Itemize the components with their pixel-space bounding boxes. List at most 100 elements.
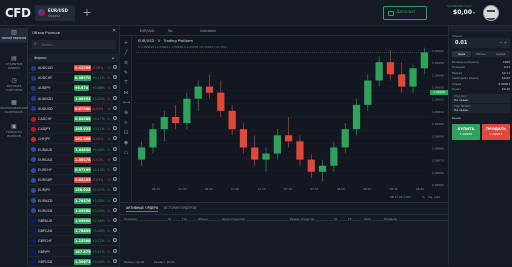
chevron-up-icon[interactable]: ▴ bbox=[112, 55, 114, 60]
nav-item-0[interactable]: ▥ ОБЗОР РЫНКОВ bbox=[0, 28, 28, 43]
star-icon[interactable]: ☆ bbox=[107, 198, 111, 203]
take-profit-field[interactable]: Тейк-Профит Не задан bbox=[452, 104, 510, 113]
avatar[interactable] bbox=[483, 5, 499, 21]
candlestick-chart[interactable]: 1.09960 1.09950 1.09940 1.09930 1.09920 1.099… bbox=[132, 36, 448, 202]
asset-tab[interactable]: EUR/USD Форекс bbox=[35, 5, 75, 21]
account-summary[interactable]: STANDARD Счет $0,00 bbox=[432, 4, 472, 22]
volume-value[interactable]: 0.01 bbox=[455, 40, 467, 46]
star-icon[interactable]: ☆ bbox=[107, 218, 111, 223]
tab-price[interactable]: Цена bbox=[452, 51, 471, 57]
info-icon[interactable]: i bbox=[113, 105, 117, 110]
volume-plus-minus[interactable]: − + bbox=[499, 40, 507, 45]
info-icon[interactable]: i bbox=[113, 207, 117, 212]
market-row[interactable]: EURCHF 0.97199 +0.14% ☆ i bbox=[28, 165, 120, 175]
market-row[interactable]: EURUSD 1.09958 +0.05% ☆ i bbox=[28, 206, 120, 216]
pattern-icon[interactable]: ⋈ bbox=[123, 90, 129, 96]
star-icon[interactable]: ☆ bbox=[107, 75, 111, 80]
volume-stepper[interactable]: 0.01 − + bbox=[452, 38, 510, 48]
info-icon[interactable]: i bbox=[113, 218, 117, 222]
star-icon[interactable]: ☆ bbox=[107, 157, 111, 162]
order-type[interactable]: Рынок bbox=[452, 116, 461, 120]
market-row[interactable]: AUDNZD 1.08354 +0.02% ☆ i bbox=[28, 94, 120, 104]
info-icon[interactable]: i bbox=[113, 65, 117, 69]
info-icon[interactable]: i bbox=[113, 197, 117, 202]
horizontal-line-icon[interactable]: ≡ bbox=[123, 60, 129, 66]
market-row[interactable]: AUDUSD 0.67980 -0.03% ☆ i bbox=[28, 104, 120, 114]
star-icon[interactable]: ☆ bbox=[107, 187, 111, 192]
tab-amount[interactable]: Сумма bbox=[491, 51, 510, 57]
market-row[interactable]: EURJPY 158.025 +0.07% ☆ i bbox=[28, 185, 120, 196]
info-icon[interactable]: i bbox=[113, 146, 117, 151]
info-icon[interactable]: i bbox=[113, 167, 117, 171]
info-icon[interactable]: i bbox=[113, 258, 117, 263]
search-input[interactable] bbox=[41, 41, 113, 48]
group-header-forex[interactable]: Форекс ▴ bbox=[28, 54, 120, 62]
star-icon[interactable]: ☆ bbox=[107, 126, 111, 131]
close-icon[interactable]: ✕ bbox=[112, 28, 116, 34]
market-row[interactable]: AUDCHF 0.58970 +0.12% ☆ i bbox=[28, 73, 120, 84]
crosshair-icon[interactable]: + bbox=[123, 40, 129, 46]
market-row[interactable]: GBPAUD 1.95890 +0.08% ☆ i bbox=[28, 216, 120, 226]
info-icon[interactable]: i bbox=[113, 126, 117, 131]
ruler-icon[interactable]: ⟷ bbox=[123, 100, 130, 106]
info-icon[interactable]: i bbox=[113, 228, 117, 233]
star-icon[interactable]: ☆ bbox=[107, 136, 111, 141]
deposit-button[interactable]: Депозит bbox=[383, 6, 427, 20]
star-icon[interactable]: ☆ bbox=[107, 228, 111, 233]
text-tool-icon[interactable]: T bbox=[123, 80, 129, 86]
star-icon[interactable]: ☆ bbox=[107, 177, 111, 182]
info-icon[interactable]: i bbox=[113, 75, 117, 80]
eye-icon[interactable]: ◉ bbox=[123, 140, 129, 146]
star-icon[interactable]: ☆ bbox=[107, 147, 111, 152]
star-icon[interactable]: ☆ bbox=[107, 238, 111, 243]
take-profit-value[interactable]: Не задан bbox=[454, 108, 468, 112]
nav-item-4[interactable]: ▣ НОВОСТИ РЫНКОВ bbox=[0, 124, 28, 138]
market-row[interactable]: CADJPY 105.023 +0.11% ☆ i bbox=[28, 124, 120, 135]
market-row[interactable]: GBPCHF 1.15508 +0.12% ☆ i bbox=[28, 236, 120, 247]
star-icon[interactable]: ☆ bbox=[107, 167, 111, 172]
info-icon[interactable]: i bbox=[113, 177, 117, 182]
market-row[interactable]: EURAUD 1.64830 +0.04% ☆ i bbox=[28, 145, 120, 155]
zoom-icon[interactable]: ⊕ bbox=[123, 110, 129, 116]
market-row[interactable]: CADCHF 0.64588 +0.17% ☆ i bbox=[28, 114, 120, 124]
chart-symbol-button[interactable]: EUR/USD bbox=[140, 29, 154, 33]
chevron-down-icon[interactable]: ▾ bbox=[473, 10, 475, 15]
star-icon[interactable]: ☆ bbox=[107, 96, 111, 101]
stop-loss-value[interactable]: Не задан bbox=[454, 98, 468, 102]
search-box[interactable]: ⌕ bbox=[32, 40, 116, 49]
trendline-icon[interactable]: ╱ bbox=[123, 50, 129, 56]
add-tab-button[interactable]: + bbox=[80, 5, 94, 21]
interval-button[interactable]: 5м bbox=[168, 29, 172, 33]
info-icon[interactable]: i bbox=[113, 116, 117, 120]
market-row[interactable]: GBPUSD 1.30673 +0.04% ☆ i bbox=[28, 257, 120, 267]
star-icon[interactable]: ☆ bbox=[107, 116, 111, 121]
trash-icon[interactable]: ▭ bbox=[123, 150, 129, 156]
market-row[interactable]: AUDCAD 0.91296 -0.05% ☆ i bbox=[28, 63, 120, 73]
market-row[interactable]: CHFJPY 162.568 -0.05% ☆ i bbox=[28, 134, 120, 145]
nav-item-1[interactable]: ▤ ОТКРЫТЫЕ ОРДЕРА bbox=[0, 56, 28, 70]
star-icon[interactable]: ☆ bbox=[107, 208, 111, 213]
lock-icon[interactable]: ⊡ bbox=[123, 130, 129, 136]
star-icon[interactable]: ☆ bbox=[107, 65, 111, 70]
indicators-button[interactable]: Indicators bbox=[200, 29, 216, 33]
market-row[interactable]: EURGBP 0.84155 -0.03% ☆ i bbox=[28, 175, 120, 186]
info-icon[interactable]: i bbox=[113, 136, 117, 141]
market-row[interactable]: EURCAD 1.50478 -0.01% ☆ i bbox=[28, 155, 120, 165]
stop-loss-field[interactable]: Стоп-Лосс Не задан bbox=[452, 94, 510, 103]
chart-area[interactable]: EUR/USD 5м Indicators + ╱ ≡ ✎ T ⋈ ⟷ ⊕ ∩ … bbox=[120, 26, 448, 202]
nav-item-2[interactable]: ◷ ИСТОРИЯ ТОРГОВЛИ bbox=[0, 78, 28, 92]
brush-icon[interactable]: ✎ bbox=[123, 70, 129, 76]
info-icon[interactable]: i bbox=[113, 85, 117, 90]
sell-button[interactable]: ПРОДАТЬ 1.09957 bbox=[482, 124, 510, 140]
market-row[interactable]: GBPCAD 1.78859 +0.03% ☆ i bbox=[28, 226, 120, 237]
market-row[interactable]: GBPJPY 187.875 +0.11% ☆ i bbox=[28, 247, 120, 257]
tab-pips[interactable]: Пипсы bbox=[471, 51, 491, 57]
buy-button[interactable]: КУПИТЬ 1.09958 bbox=[452, 124, 480, 140]
info-icon[interactable]: i bbox=[113, 95, 117, 100]
magnet-icon[interactable]: ∩ bbox=[123, 120, 129, 126]
info-icon[interactable]: i bbox=[113, 238, 117, 243]
star-icon[interactable]: ☆ bbox=[107, 249, 111, 254]
info-icon[interactable]: i bbox=[113, 248, 117, 253]
tab-order-history[interactable]: ИСТОРИЯ ОРДЕРОВ bbox=[164, 206, 196, 210]
tab-active-orders[interactable]: АКТИВНЫЕ ОРДЕРА bbox=[126, 206, 159, 212]
